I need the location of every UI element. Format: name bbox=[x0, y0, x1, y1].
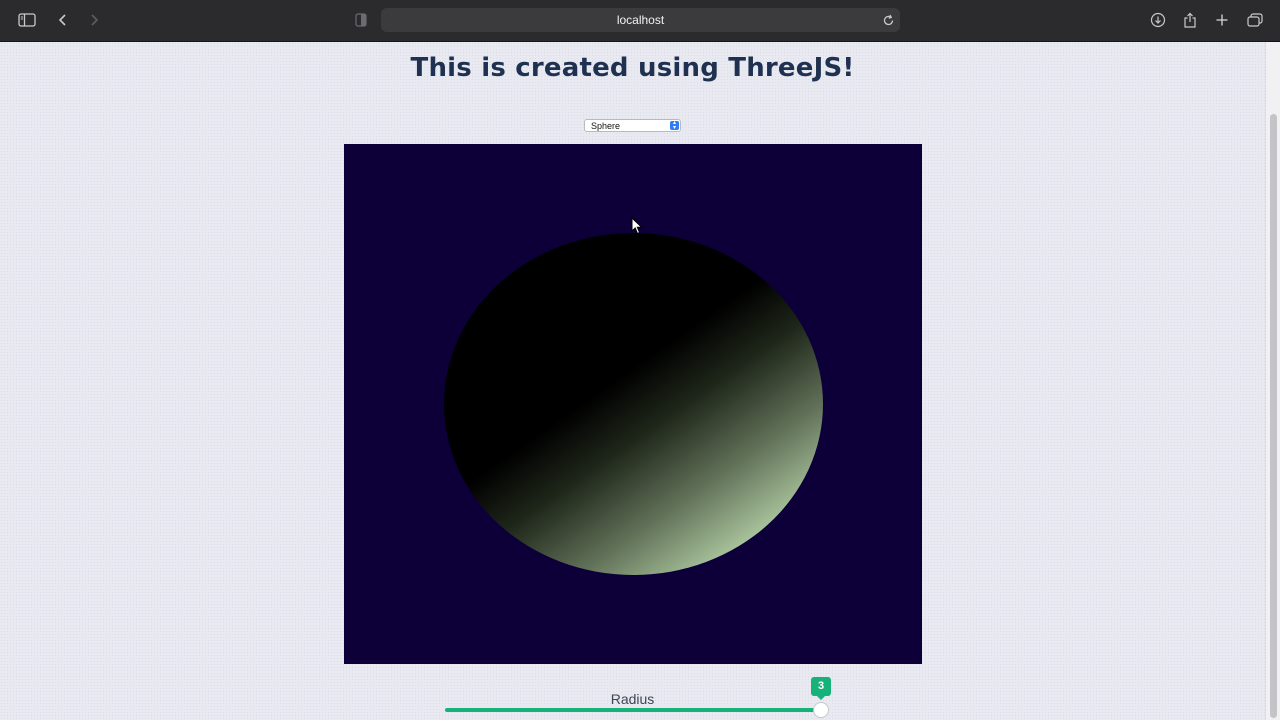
page-title: This is created using ThreeJS! bbox=[410, 53, 855, 83]
radius-slider-thumb[interactable] bbox=[813, 702, 829, 718]
select-arrows-icon: ▴ ▾ bbox=[670, 120, 679, 131]
back-arrow-icon[interactable] bbox=[53, 10, 73, 30]
privacy-shield-icon[interactable] bbox=[351, 10, 371, 30]
radius-slider-label: Radius bbox=[610, 691, 655, 707]
plus-icon[interactable] bbox=[1212, 10, 1232, 30]
page-scrollbar-thumb[interactable] bbox=[1270, 114, 1277, 718]
address-bar[interactable]: localhost bbox=[381, 8, 900, 32]
tab-overview-icon[interactable] bbox=[1245, 10, 1265, 30]
sidebar-icon[interactable] bbox=[17, 10, 37, 30]
radius-slider-value: 3 bbox=[811, 677, 831, 700]
share-icon[interactable] bbox=[1180, 10, 1200, 30]
shape-select-value: Sphere bbox=[591, 121, 621, 131]
address-text: localhost bbox=[616, 13, 665, 27]
sphere-mesh bbox=[444, 233, 823, 575]
reload-icon[interactable] bbox=[878, 10, 898, 30]
radius-slider-track[interactable] bbox=[445, 708, 821, 712]
download-icon[interactable] bbox=[1148, 10, 1168, 30]
mouse-cursor-icon bbox=[631, 217, 643, 235]
shape-select[interactable]: Sphere ▴ ▾ bbox=[584, 119, 681, 132]
browser-toolbar: localhost bbox=[0, 0, 1280, 42]
forward-arrow-icon[interactable] bbox=[84, 10, 104, 30]
